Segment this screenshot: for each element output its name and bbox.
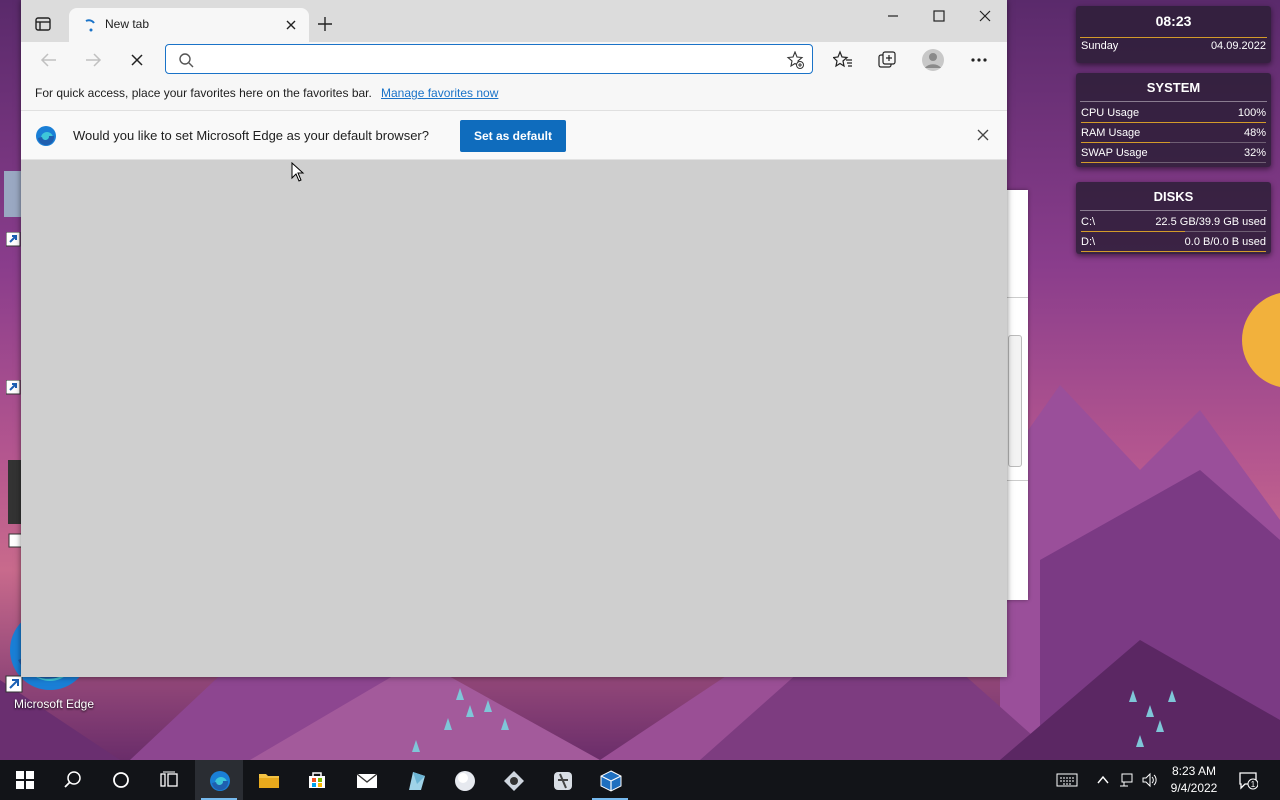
tab-new-tab[interactable]: New tab xyxy=(69,8,309,42)
disks-widget-title: DISKS xyxy=(1153,189,1194,204)
tab-actions-icon[interactable] xyxy=(35,16,51,32)
swap-usage-row: SWAP Usage 32% xyxy=(1081,145,1266,163)
file-explorer-icon[interactable] xyxy=(244,760,292,800)
widget-time: 08:23 xyxy=(1155,13,1192,29)
close-window-button[interactable] xyxy=(973,6,997,26)
navigation-toolbar xyxy=(21,42,1007,78)
system-widget: SYSTEM CPU Usage 100% RAM Usage 48% SWAP… xyxy=(1076,73,1271,167)
desktop-edge-label: Microsoft Edge xyxy=(14,697,95,711)
add-favorite-icon[interactable] xyxy=(786,50,804,69)
notification-center-icon[interactable]: 1 xyxy=(1238,770,1259,790)
desktop-icon-partial[interactable] xyxy=(0,165,22,249)
mouse-cursor-icon xyxy=(291,161,305,182)
keyboard-icon[interactable] xyxy=(1056,772,1078,788)
infobar-message: Would you like to set Microsoft Edge as … xyxy=(73,128,429,143)
page-content-area[interactable] xyxy=(21,160,1007,677)
tab-close-icon[interactable] xyxy=(283,17,299,33)
store-icon[interactable] xyxy=(293,760,341,800)
favorites-icon[interactable] xyxy=(832,50,853,70)
taskbar: 8:23 AM 9/4/2022 1 xyxy=(0,760,1280,800)
favorites-bar-hint: For quick access, place your favorites h… xyxy=(35,86,372,100)
clock-widget: 08:23 Sunday 04.09.2022 xyxy=(1076,6,1271,63)
show-hidden-icons-icon[interactable] xyxy=(1095,772,1111,788)
disk-d-row: D:\ 0.0 B/0.0 B used xyxy=(1081,234,1266,252)
stop-loading-button[interactable] xyxy=(127,50,147,70)
system-widget-title: SYSTEM xyxy=(1146,80,1201,95)
taskbar-clock[interactable]: 8:23 AM 9/4/2022 xyxy=(1164,763,1224,797)
more-options-icon[interactable] xyxy=(969,50,989,70)
edge-browser-window[interactable]: New tab For quick access, place your fav… xyxy=(21,0,1007,677)
disk-c-row: C:\ 22.5 GB/39.9 GB used xyxy=(1081,214,1266,232)
address-input[interactable] xyxy=(202,49,776,71)
start-button[interactable] xyxy=(1,760,49,800)
tab-title: New tab xyxy=(105,17,150,31)
new-tab-button[interactable] xyxy=(315,14,335,34)
taskbar-search-icon[interactable] xyxy=(49,760,97,800)
title-bar[interactable]: New tab xyxy=(21,0,1007,42)
mail-icon[interactable] xyxy=(342,760,390,800)
taskbar-date: 9/4/2022 xyxy=(1170,781,1218,795)
shortcut-arrow-icon xyxy=(5,379,22,396)
taskbar-edge-icon[interactable] xyxy=(195,760,243,800)
back-button[interactable] xyxy=(39,50,59,70)
desktop-icon-partial[interactable] xyxy=(6,460,23,550)
cpu-usage-row: CPU Usage 100% xyxy=(1081,105,1266,123)
app-icon[interactable] xyxy=(489,760,537,800)
search-icon xyxy=(178,52,194,68)
set-as-default-button[interactable]: Set as default xyxy=(460,120,566,152)
task-view-icon[interactable] xyxy=(145,760,193,800)
default-browser-infobar: Would you like to set Microsoft Edge as … xyxy=(21,111,1007,160)
cortana-icon[interactable] xyxy=(97,760,145,800)
minimize-button[interactable] xyxy=(881,6,905,26)
infobar-close-icon[interactable] xyxy=(975,127,991,143)
favorites-bar: For quick access, place your favorites h… xyxy=(21,78,1007,111)
collections-icon[interactable] xyxy=(877,50,897,70)
app-icon[interactable] xyxy=(440,760,488,800)
maximize-button[interactable] xyxy=(927,6,951,26)
address-bar[interactable] xyxy=(165,44,813,74)
ram-usage-row: RAM Usage 48% xyxy=(1081,125,1266,143)
loading-spinner-icon xyxy=(83,18,97,32)
disks-widget: DISKS C:\ 22.5 GB/39.9 GB used D:\ 0.0 B… xyxy=(1076,182,1271,254)
notification-count: 1 xyxy=(1251,780,1256,789)
forward-button[interactable] xyxy=(83,50,103,70)
profile-avatar-icon[interactable] xyxy=(921,48,945,72)
app-icon[interactable] xyxy=(391,760,439,800)
widget-day: Sunday xyxy=(1081,40,1119,52)
virtualbox-icon[interactable] xyxy=(586,760,634,800)
shortcut-arrow-icon xyxy=(5,231,22,248)
edge-logo-icon xyxy=(35,125,57,147)
widget-date: 04.09.2022 xyxy=(1210,40,1266,52)
volume-icon[interactable] xyxy=(1141,772,1157,788)
app-icon[interactable] xyxy=(538,760,586,800)
manage-favorites-link[interactable]: Manage favorites now xyxy=(381,86,498,100)
network-icon[interactable] xyxy=(1118,772,1134,788)
taskbar-time: 8:23 AM xyxy=(1171,764,1217,778)
